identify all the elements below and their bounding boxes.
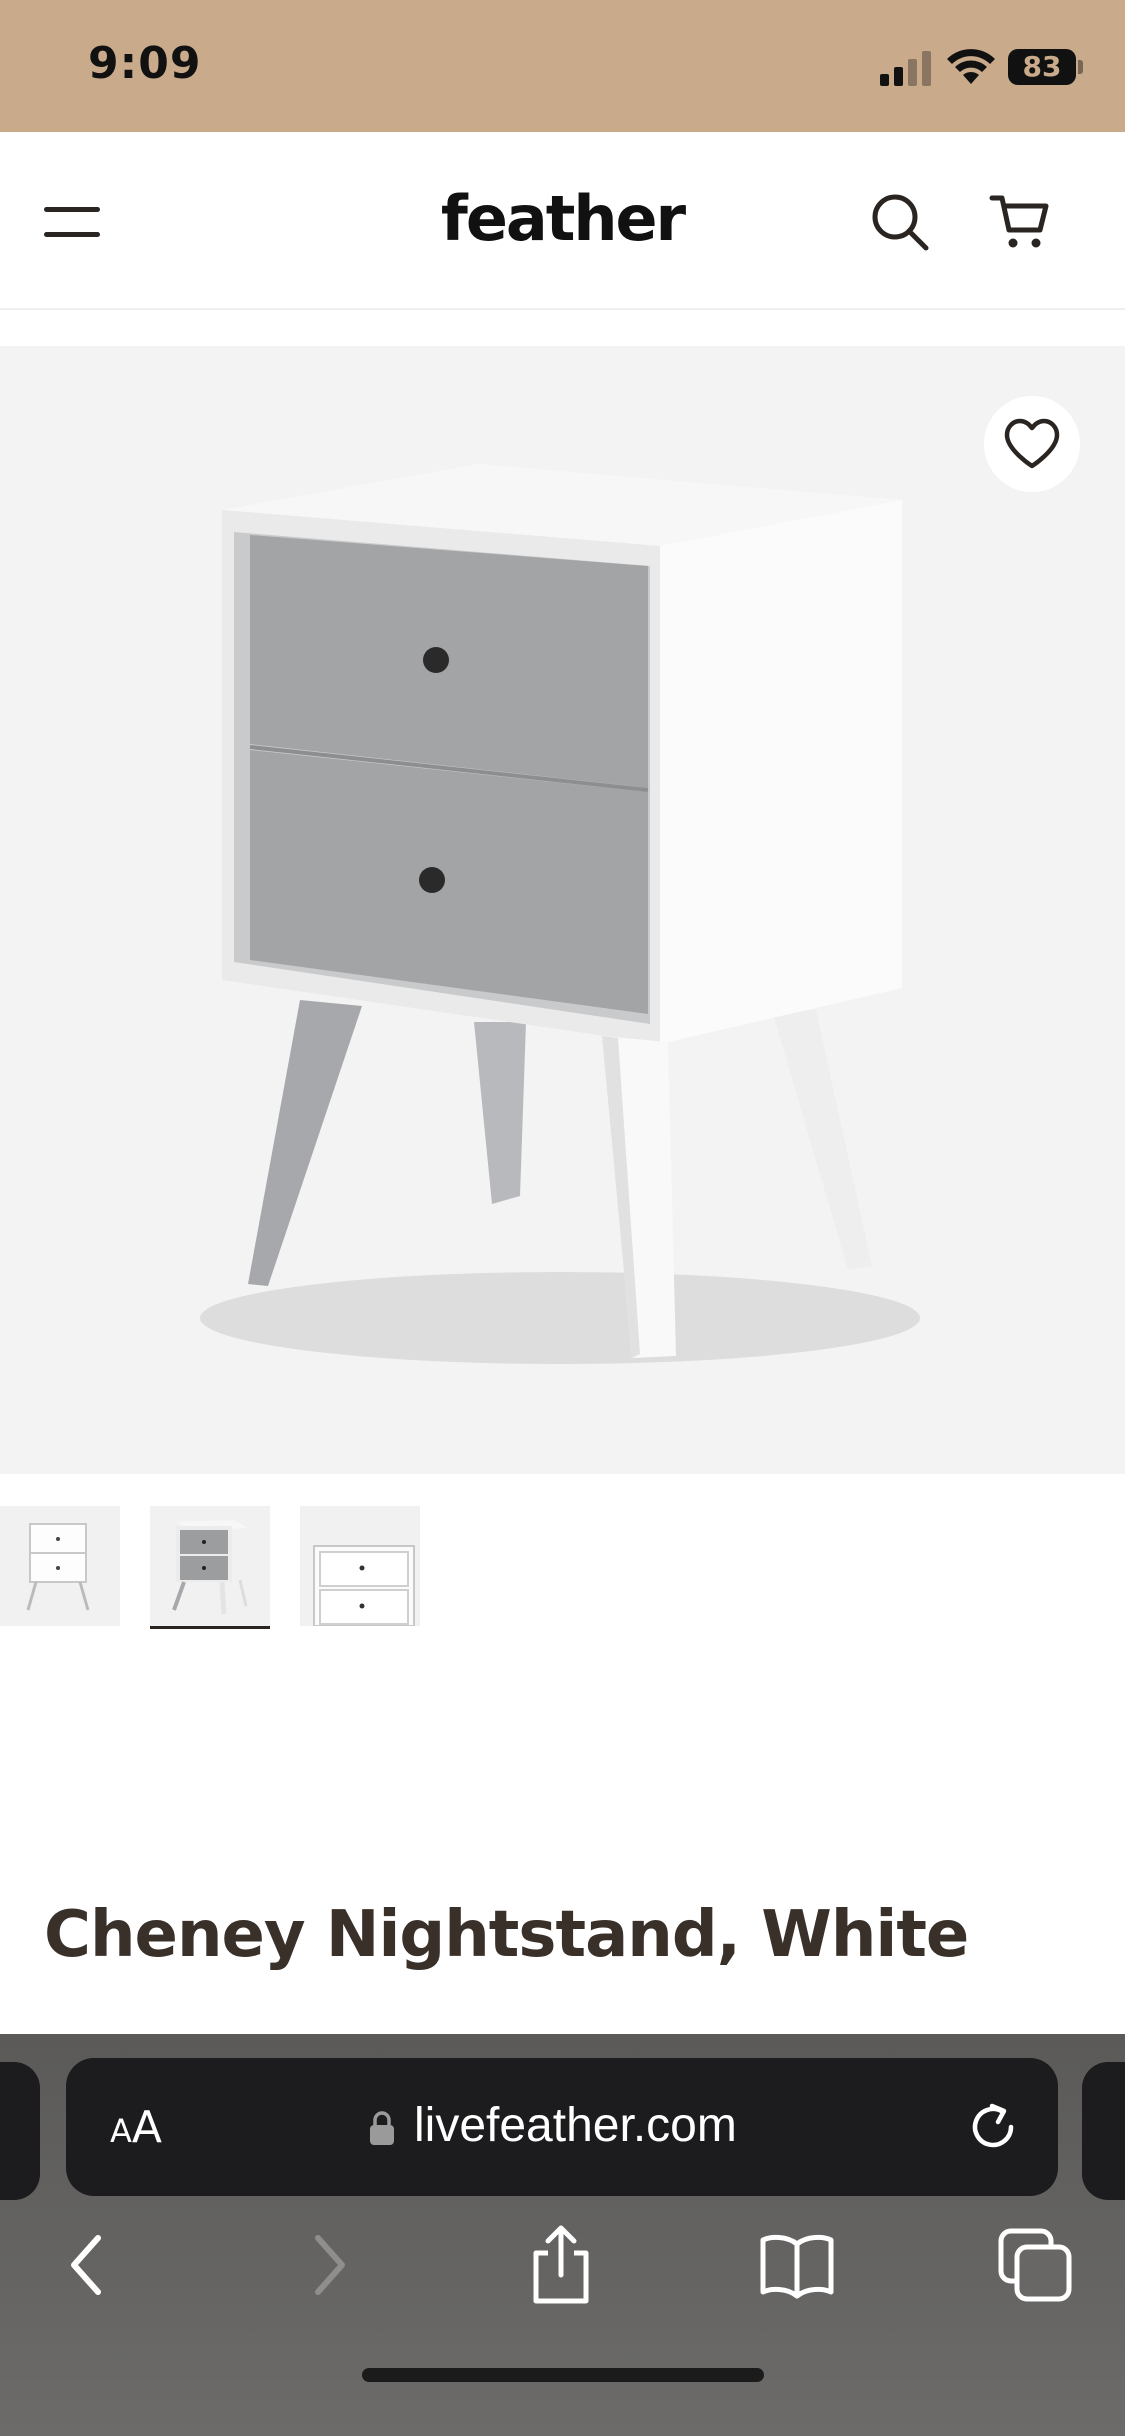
site-header: feather xyxy=(0,132,1125,310)
battery-level: 83 xyxy=(1008,49,1076,85)
home-indicator xyxy=(362,2368,764,2382)
wifi-icon xyxy=(947,49,995,84)
product-title: Cheney Nightstand, White xyxy=(44,1898,969,1972)
selected-thumbnail-indicator xyxy=(150,1626,270,1629)
reload-icon[interactable] xyxy=(964,2098,1022,2156)
lock-icon xyxy=(370,2111,394,2145)
forward-icon[interactable] xyxy=(284,2220,374,2310)
tabs-icon[interactable] xyxy=(990,2220,1080,2310)
cart-icon[interactable] xyxy=(988,190,1052,254)
share-icon[interactable] xyxy=(516,2220,606,2310)
status-time: 9:09 xyxy=(88,38,202,89)
url-text: livefeather.com xyxy=(414,2099,737,2152)
product-thumbnail-3[interactable] xyxy=(300,1506,420,1626)
address-bar[interactable]: AA livefeather.com xyxy=(66,2058,1058,2196)
back-icon[interactable] xyxy=(42,2220,132,2310)
product-thumbnail-1[interactable] xyxy=(0,1506,120,1626)
reader-text-size-button[interactable]: AA xyxy=(110,2102,162,2153)
status-bar: 9:09 83 xyxy=(0,0,1125,132)
product-thumbnail-2[interactable] xyxy=(150,1506,270,1626)
next-tab-card[interactable] xyxy=(1082,2062,1125,2200)
bookmarks-icon[interactable] xyxy=(752,2220,842,2310)
battery-icon: 83 xyxy=(1008,49,1084,85)
heart-icon xyxy=(1004,418,1060,469)
product-image[interactable] xyxy=(0,346,1125,1474)
favorite-heart-icon[interactable] xyxy=(984,396,1080,492)
logo[interactable]: feather xyxy=(0,182,1125,255)
previous-tab-card[interactable] xyxy=(0,2062,40,2200)
search-icon[interactable] xyxy=(868,190,932,254)
cellular-signal-icon xyxy=(880,51,931,86)
